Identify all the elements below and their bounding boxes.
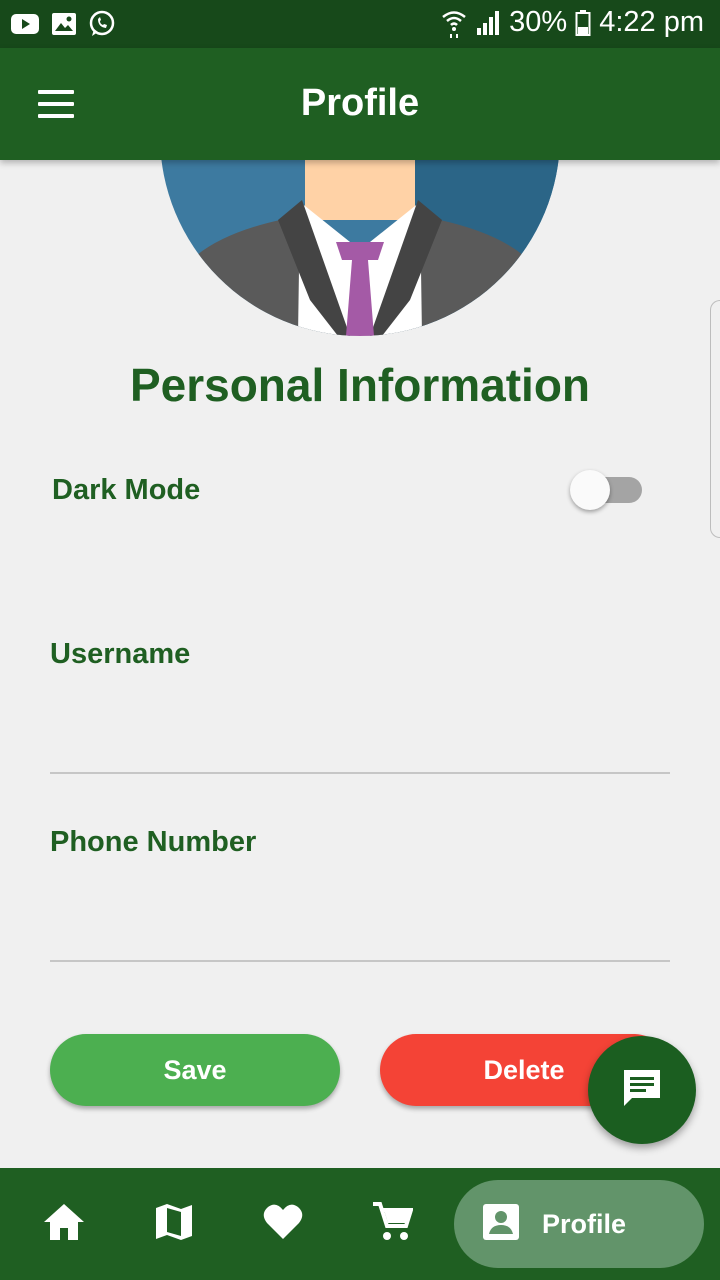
chat-icon [620, 1066, 664, 1115]
home-icon [43, 1202, 85, 1247]
nav-profile-label: Profile [542, 1208, 627, 1239]
battery-text: 30% [509, 6, 568, 38]
youtube-icon [10, 10, 40, 43]
username-label: Username [50, 638, 191, 670]
chat-fab-button[interactable] [588, 1036, 696, 1144]
cart-icon [371, 1201, 414, 1248]
section-title: Personal Information [129, 359, 591, 411]
save-button[interactable]: Save [50, 1034, 340, 1106]
battery-icon [575, 9, 591, 37]
status-notification-icons [10, 10, 116, 43]
status-bar: 30% 4:22 pm [0, 0, 720, 48]
app-bar: Profile [0, 48, 720, 160]
nav-profile[interactable]: Profile [454, 1180, 704, 1268]
username-field[interactable] [50, 714, 670, 774]
status-system-area: 30% 4:22 pm [441, 6, 704, 39]
status-time: 4:22 pm [599, 6, 704, 38]
save-button-label: Save [163, 1054, 227, 1085]
nav-cart[interactable] [362, 1168, 422, 1280]
account-box-icon [482, 1203, 520, 1246]
heart-icon [262, 1203, 304, 1246]
whatsapp-icon [88, 10, 116, 43]
map-icon [154, 1202, 194, 1247]
dark-mode-label: Dark Mode [52, 474, 201, 506]
nav-favorites[interactable] [253, 1168, 313, 1280]
phone-number-label: Phone Number [50, 826, 257, 858]
page-title: Profile [300, 82, 420, 124]
phone-number-field[interactable] [50, 902, 670, 962]
delete-button-label: Delete [483, 1054, 565, 1085]
edge-panel-handle[interactable] [710, 300, 720, 538]
nav-map[interactable] [144, 1168, 204, 1280]
profile-avatar [160, 160, 560, 336]
nav-home[interactable] [34, 1168, 94, 1280]
dark-mode-toggle[interactable] [570, 470, 644, 510]
gallery-icon [50, 10, 78, 43]
bottom-navigation: Profile [0, 1168, 720, 1280]
signal-icon [475, 9, 501, 37]
toggle-thumb [570, 470, 610, 510]
wifi-icon [441, 8, 467, 38]
